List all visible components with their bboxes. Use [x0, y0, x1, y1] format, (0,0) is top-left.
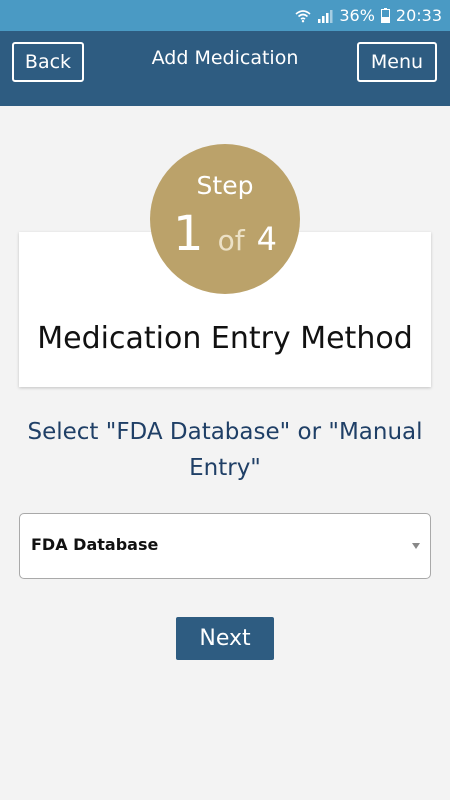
step-of: of [217, 224, 245, 257]
next-button[interactable]: Next [176, 617, 274, 660]
page-title: Add Medication [151, 47, 299, 69]
chevron-down-icon [412, 543, 420, 549]
step-total: 4 [256, 220, 277, 258]
app-header: Back Add Medication Menu [0, 31, 450, 106]
entry-method-value: FDA Database [31, 535, 159, 554]
entry-method-select[interactable]: FDA Database [19, 513, 431, 579]
step-indicator: Step 1 of 4 [150, 144, 300, 294]
status-bar: 36% 20:33 [0, 0, 450, 31]
back-button[interactable]: Back [12, 42, 84, 82]
wifi-icon [295, 9, 311, 23]
battery-percent: 36% [339, 6, 375, 25]
instruction-text: Select "FDA Database" or "Manual Entry" [27, 419, 423, 481]
signal-icon [317, 9, 333, 23]
battery-icon [380, 8, 390, 23]
clock: 20:33 [395, 6, 442, 25]
card-title: Medication Entry Method [37, 321, 413, 356]
step-progress: 1 of 4 [150, 206, 300, 262]
step-current: 1 [173, 206, 204, 262]
step-label: Step [196, 171, 254, 200]
menu-button[interactable]: Menu [357, 42, 437, 82]
